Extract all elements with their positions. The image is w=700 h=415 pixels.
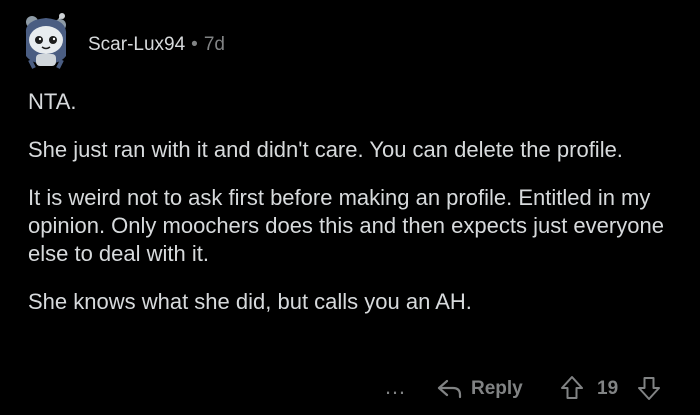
- comment-age: 7d: [203, 34, 225, 55]
- comment-paragraph: It is weird not to ask first before maki…: [28, 185, 664, 266]
- username-link[interactable]: Scar-Lux94: [88, 34, 185, 55]
- reply-button[interactable]: Reply: [437, 376, 523, 402]
- more-options-button[interactable]: …: [384, 374, 407, 400]
- downvote-arrow-icon: [638, 377, 660, 400]
- comment: Scar-Lux94 • 7d NTA. She just ran with it …: [0, 0, 700, 415]
- comment-paragraph: NTA.: [28, 89, 77, 114]
- comment-paragraph: She knows what she did, but calls you an…: [28, 289, 472, 314]
- upvote-button[interactable]: [560, 375, 584, 407]
- comment-paragraph: She just ran with it and didn't care. Yo…: [28, 137, 623, 162]
- vote-count: 19: [597, 378, 619, 399]
- comment-meta: Scar-Lux94 • 7d: [88, 34, 225, 56]
- reply-arrow-icon: [437, 379, 462, 399]
- comment-body: NTA. She just ran with it and didn't car…: [28, 88, 678, 336]
- upvote-arrow-icon: [561, 376, 583, 399]
- reply-label: Reply: [471, 378, 523, 399]
- user-avatar-icon[interactable]: [20, 12, 72, 70]
- comment-actions: … Reply 19: [0, 372, 700, 406]
- meta-separator: •: [191, 34, 198, 55]
- downvote-button[interactable]: [637, 375, 661, 407]
